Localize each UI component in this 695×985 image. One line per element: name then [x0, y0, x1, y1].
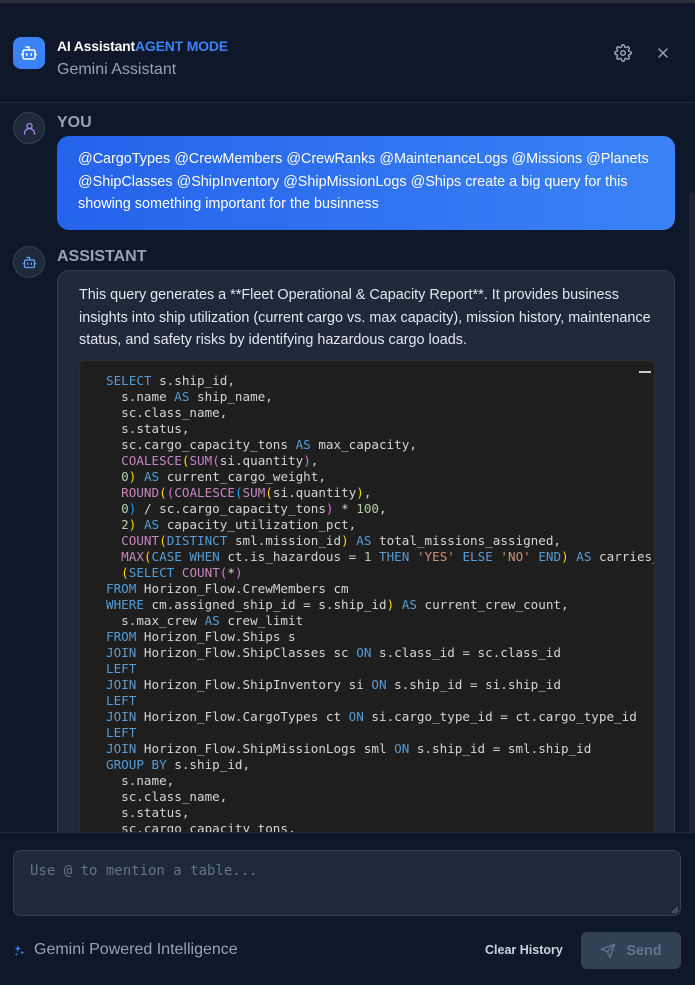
resize-handle-icon[interactable]	[671, 906, 679, 914]
user-message: @CargoTypes @CrewMembers @CrewRanks @Mai…	[57, 136, 675, 230]
assistant-role-label: ASSISTANT	[57, 248, 147, 265]
chat-history[interactable]: YOU @CargoTypes @CrewMembers @CrewRanks …	[0, 104, 695, 832]
user-avatar	[13, 112, 45, 144]
close-icon	[658, 48, 668, 58]
settings-button[interactable]	[613, 43, 633, 63]
assistant-avatar	[13, 246, 45, 278]
send-button[interactable]: Send	[581, 932, 681, 969]
assistant-message-text: This query generates a **Fleet Operation…	[79, 287, 651, 348]
user-icon	[23, 122, 35, 135]
header-title-row: AI AssistantAGENT MODE	[57, 38, 228, 54]
send-icon	[601, 943, 616, 958]
assistant-header: AI AssistantAGENT MODE Gemini Assistant	[0, 3, 695, 103]
header-subtitle: Gemini Assistant	[57, 61, 177, 78]
user-role-label: YOU	[57, 114, 92, 131]
agent-mode-badge: AGENT MODE	[135, 38, 228, 54]
page-title: AI Assistant	[57, 38, 135, 54]
powered-by-label: Gemini Powered Intelligence	[13, 941, 238, 959]
sparkle-icon	[14, 944, 25, 956]
chat-footer: Gemini Powered Intelligence Clear Histor…	[0, 832, 695, 985]
robot-icon	[22, 256, 36, 268]
message-input[interactable]	[13, 850, 681, 916]
powered-by-text: Gemini Powered Intelligence	[34, 941, 238, 958]
chat-scrollbar[interactable]	[689, 192, 695, 832]
assistant-message: This query generates a **Fleet Operation…	[57, 270, 675, 832]
sql-code: SELECT s.ship_id, s.name AS ship_name, s…	[106, 373, 654, 832]
sql-code-block[interactable]: SELECT s.ship_id, s.name AS ship_name, s…	[79, 360, 655, 832]
close-button[interactable]	[653, 43, 673, 63]
gear-icon	[614, 44, 632, 62]
send-label: Send	[626, 942, 662, 959]
clear-history-button[interactable]: Clear History	[485, 943, 563, 957]
robot-icon	[13, 37, 45, 69]
